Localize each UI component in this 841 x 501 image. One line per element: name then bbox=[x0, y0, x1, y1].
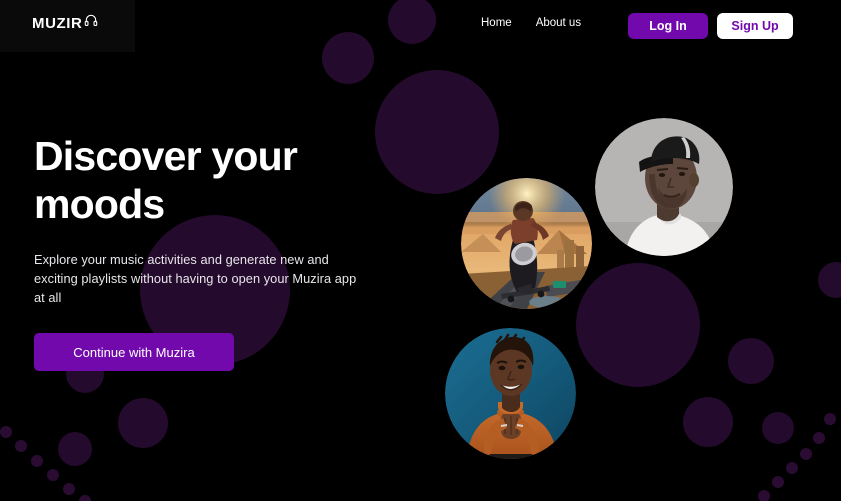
hero-section: Discover your moods Explore your music a… bbox=[34, 132, 404, 371]
decor-circle bbox=[818, 262, 841, 298]
decor-dot bbox=[824, 413, 836, 425]
decor-dot bbox=[15, 440, 27, 452]
decor-dot bbox=[31, 455, 43, 467]
headphones-icon bbox=[84, 13, 98, 32]
decor-circle bbox=[728, 338, 774, 384]
nav-link-about-us[interactable]: About us bbox=[536, 17, 581, 30]
continue-with-muzira-button[interactable]: Continue with Muzira bbox=[34, 333, 234, 371]
decor-dot bbox=[786, 462, 798, 474]
artist-portrait-image bbox=[595, 118, 733, 256]
nav-link-home[interactable]: Home bbox=[481, 17, 512, 30]
landing-page: MUZIR Home About us Log In Sign Up Disco… bbox=[0, 0, 841, 501]
decor-dot bbox=[47, 469, 59, 481]
auth-actions: Log In Sign Up bbox=[628, 13, 793, 39]
decor-dot bbox=[800, 448, 812, 460]
smiling-artist-image bbox=[445, 328, 576, 459]
log-in-button[interactable]: Log In bbox=[628, 13, 708, 39]
decor-dot bbox=[772, 476, 784, 488]
album-art-image bbox=[461, 178, 592, 309]
decor-circle bbox=[762, 412, 794, 444]
brand-logo-text: MUZIR bbox=[32, 14, 83, 32]
hero-description: Explore your music activities and genera… bbox=[34, 252, 357, 305]
decor-dot bbox=[758, 490, 770, 501]
main-navigation: Home About us bbox=[481, 17, 581, 30]
decor-circle bbox=[58, 432, 92, 466]
page-title: Discover your moods bbox=[34, 133, 298, 227]
sign-up-button[interactable]: Sign Up bbox=[717, 13, 793, 39]
site-header: MUZIR Home About us Log In Sign Up bbox=[0, 0, 841, 52]
decor-dot bbox=[79, 495, 91, 501]
decor-circle bbox=[576, 263, 700, 387]
decor-circle bbox=[683, 397, 733, 447]
brand-logo[interactable]: MUZIR bbox=[32, 14, 98, 32]
decor-dot bbox=[813, 432, 825, 444]
decor-dot bbox=[63, 483, 75, 495]
decor-circle bbox=[118, 398, 168, 448]
decor-dot bbox=[0, 426, 12, 438]
